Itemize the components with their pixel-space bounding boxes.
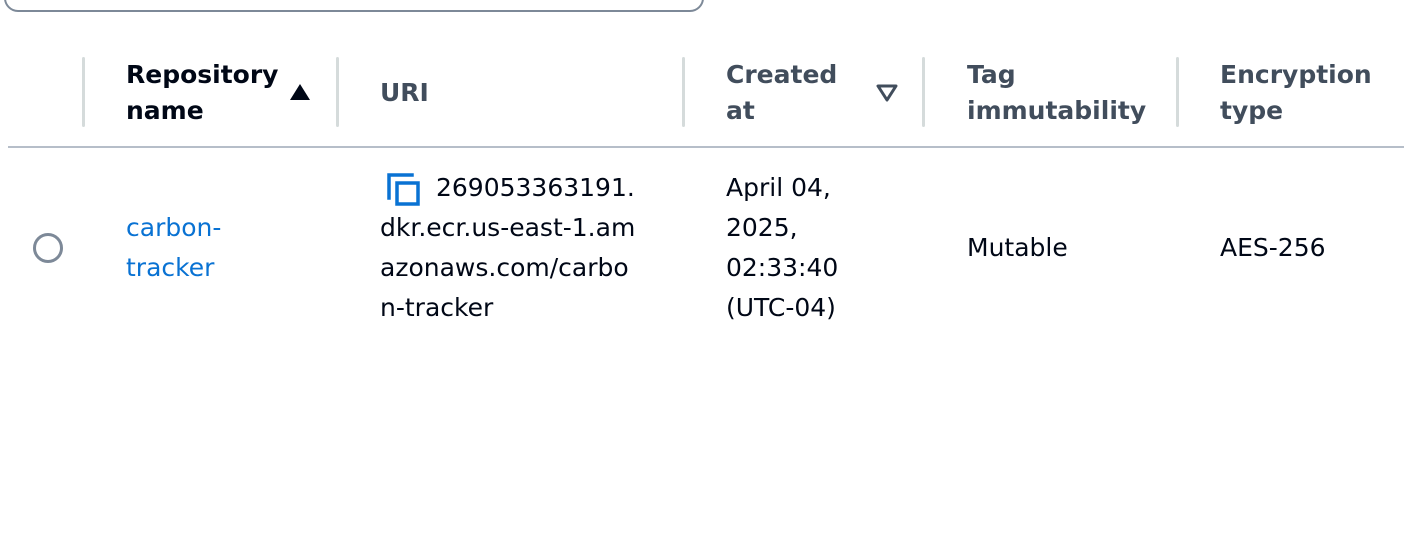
encryption-type-value: AES-256 bbox=[1220, 233, 1326, 262]
column-header-label: type bbox=[1220, 96, 1284, 125]
uri-text: dkr.ecr.us-east-1.am bbox=[380, 213, 636, 242]
tag-immutability-value: Mutable bbox=[967, 233, 1068, 262]
column-header-repository-name[interactable]: Repository name bbox=[126, 57, 286, 129]
column-separator[interactable] bbox=[682, 57, 685, 127]
link-text: carbon- bbox=[126, 213, 222, 242]
created-at-text: April 04, bbox=[726, 173, 831, 202]
repositories-table-page: Repository name URI Created at Tag immut… bbox=[0, 0, 1410, 548]
column-header-tag-immutability: Tag immutability bbox=[967, 57, 1146, 129]
column-header-label: at bbox=[726, 96, 755, 125]
column-separator[interactable] bbox=[82, 57, 85, 127]
caret-down-outline-icon[interactable] bbox=[876, 84, 898, 102]
uri-text: azonaws.com/carbo bbox=[380, 253, 629, 282]
column-header-label: Encryption bbox=[1220, 60, 1372, 89]
link-text: tracker bbox=[126, 253, 215, 282]
column-separator[interactable] bbox=[336, 57, 339, 127]
uri-text: n-tracker bbox=[380, 293, 494, 322]
column-header-label: immutability bbox=[967, 96, 1147, 125]
column-separator[interactable] bbox=[1176, 57, 1179, 127]
created-at-text: (UTC-04) bbox=[726, 293, 836, 322]
column-separator[interactable] bbox=[922, 57, 925, 127]
column-header-label: name bbox=[126, 96, 204, 125]
column-header-uri: URI bbox=[380, 75, 429, 111]
created-at-text: 2025, bbox=[726, 213, 798, 242]
uri-text: 269053363191. bbox=[436, 173, 635, 202]
caret-up-filled-icon[interactable] bbox=[290, 84, 310, 100]
header-divider bbox=[8, 146, 1404, 148]
created-at-text: 02:33:40 bbox=[726, 253, 839, 282]
column-header-label: Repository bbox=[126, 60, 279, 89]
column-header-label: URI bbox=[380, 78, 429, 107]
column-header-label: Tag bbox=[967, 60, 1016, 89]
column-header-encryption-type: Encryption type bbox=[1220, 57, 1372, 129]
repository-name-link[interactable]: carbon- tracker bbox=[126, 208, 246, 288]
copy-icon[interactable] bbox=[386, 172, 422, 208]
column-header-label: Created bbox=[726, 60, 838, 89]
search-filter-box[interactable] bbox=[4, 0, 704, 12]
column-header-created-at[interactable]: Created at bbox=[726, 57, 866, 129]
row-select-radio[interactable] bbox=[33, 233, 63, 263]
